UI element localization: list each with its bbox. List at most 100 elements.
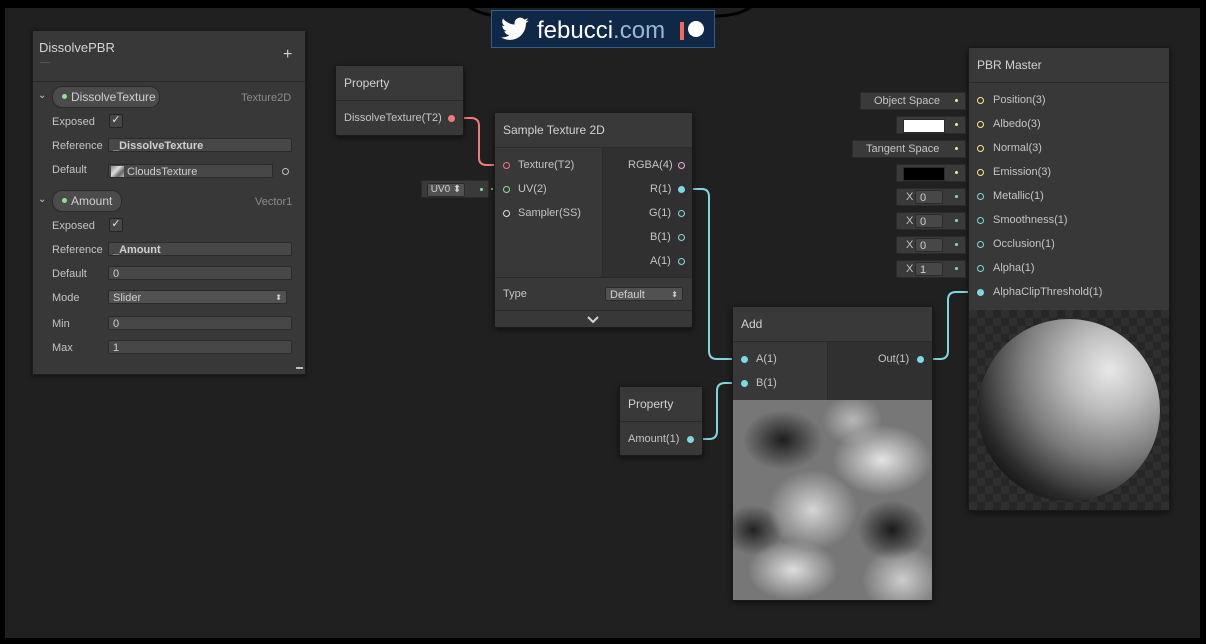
node-title: Sample Texture 2D [495,113,692,148]
min-label: Min [52,318,70,330]
input-label: UV(2) [518,183,547,195]
object-picker-icon[interactable] [282,168,289,175]
property-node-amount[interactable]: Property Amount(1) [619,386,703,456]
exposed-checkbox[interactable]: ✓ [109,218,123,232]
input-port-alphaclip[interactable] [977,289,984,296]
alpha-inline[interactable]: X 1 [896,260,966,278]
position-space-inline[interactable]: Object Space [860,92,966,110]
input-port-a[interactable] [741,356,748,363]
position-space-value: Object Space [874,95,941,107]
reference-field[interactable]: _Amount [108,242,292,256]
output-port-label: DissolveTexture(T2) [344,112,442,124]
output-label: Out(1) [878,353,910,365]
sample-texture-2d-node[interactable]: Sample Texture 2D Texture(T2) UV(2) Samp… [494,112,693,328]
output-port-a[interactable] [678,258,685,265]
property-name: DissolveTexture [71,90,156,104]
input-port-smoothness[interactable] [977,217,984,224]
type-label: Type [503,288,527,300]
albedo-color-inline[interactable] [896,116,966,134]
type-dropdown[interactable]: Default ⬍ [605,287,683,301]
uv-connector-dot [480,188,483,191]
dropdown-arrows-icon: ⬍ [671,290,678,299]
input-port-alpha[interactable] [977,265,984,272]
node-divider [495,277,692,278]
input-port-emission[interactable] [977,169,984,176]
inline-connector-dot [955,123,958,126]
property-name: Amount [71,194,113,208]
normal-space-inline[interactable]: Tangent Space [852,140,966,158]
febucci-banner[interactable]: febucci.com [491,10,715,48]
input-label: Emission(3) [993,166,1052,178]
output-port-r[interactable] [678,186,685,193]
input-port-sampler[interactable] [503,210,510,217]
albedo-color-swatch[interactable] [903,119,945,133]
smoothness-value-field[interactable]: 0 [915,214,943,228]
input-label: Position(3) [993,94,1046,106]
collapse-chevron-icon[interactable]: ⌄ [38,194,46,205]
uv-channel-dropdown[interactable]: UV0 ⬍ [427,183,465,197]
output-column [828,342,932,400]
input-port-albedo[interactable] [977,121,984,128]
input-port-metallic[interactable] [977,193,984,200]
output-port-rgba[interactable] [678,162,685,169]
default-value-field[interactable]: 0 [108,266,292,280]
property-dot-icon [62,198,67,203]
resize-handle[interactable] [296,367,303,369]
default-texture-field[interactable]: CloudsTexture [108,164,273,178]
property-node-texture[interactable]: Property DissolveTexture(T2) [335,65,464,136]
normal-space-value: Tangent Space [866,143,940,155]
smoothness-inline[interactable]: X 0 [896,212,966,230]
default-texture-name: CloudsTexture [127,166,198,178]
pbr-master-node[interactable]: PBR Master Position(3) Albedo(3) Normal(… [968,47,1170,511]
node-divider [495,310,692,311]
collapse-chevron-icon[interactable]: ⌄ [38,90,46,101]
emission-color-inline[interactable] [896,164,966,182]
inline-connector-dot [955,171,958,174]
mode-value: Slider [113,292,142,304]
uv-inline-input[interactable]: UV0 ⬍ [421,180,489,198]
input-label: Metallic(1) [993,190,1044,202]
input-label: Albedo(3) [993,118,1041,130]
inline-connector-dot [955,267,958,270]
mode-label: Mode [52,292,80,304]
reference-label: Reference [52,140,103,152]
add-node[interactable]: Add A(1) B(1) Out(1) [732,306,933,601]
max-field[interactable]: 1 [108,340,292,354]
banner-brand: febucci.com [537,17,666,44]
patreon-circle-icon [688,21,704,37]
input-label: B(1) [756,377,777,389]
metallic-inline[interactable]: X 0 [896,188,966,206]
output-port-amount[interactable] [687,436,694,443]
input-port-texture[interactable] [503,162,510,169]
blackboard-divider [33,81,305,82]
x-label: X [906,191,914,203]
exposed-checkbox[interactable]: ✓ [109,114,123,128]
input-port-b[interactable] [741,380,748,387]
expand-chevron-icon[interactable] [587,316,599,324]
mode-dropdown[interactable]: Slider ⬍ [108,290,287,304]
occlusion-inline[interactable]: X 0 [896,236,966,254]
shader-graph-canvas[interactable]: febucci.com DissolvePBR + ⌄ DissolveText… [5,8,1200,638]
emission-color-swatch[interactable] [903,167,945,181]
input-port-position[interactable] [977,97,984,104]
output-port-b[interactable] [678,234,685,241]
x-label: X [906,239,914,251]
input-port-normal[interactable] [977,145,984,152]
add-property-button[interactable]: + [283,46,292,64]
blackboard-panel: DissolvePBR + ⌄ DissolveTexture Texture2… [32,30,306,375]
input-port-occlusion[interactable] [977,241,984,248]
output-port-g[interactable] [678,210,685,217]
input-label: Normal(3) [993,142,1042,154]
output-port-out[interactable] [917,356,924,363]
alpha-value-field[interactable]: 1 [915,262,943,276]
min-field[interactable]: 0 [108,316,292,330]
property-type: Vector1 [255,196,293,208]
input-port-uv[interactable] [503,186,510,193]
metallic-value-field[interactable]: 0 [915,190,943,204]
property-pill-dissolvetexture[interactable]: DissolveTexture [52,86,160,108]
output-port-texture[interactable] [448,115,455,122]
property-pill-amount[interactable]: Amount [52,190,122,212]
patreon-bar-icon [680,22,684,40]
reference-field[interactable]: _DissolveTexture [108,138,292,152]
occlusion-value-field[interactable]: 0 [915,238,943,252]
